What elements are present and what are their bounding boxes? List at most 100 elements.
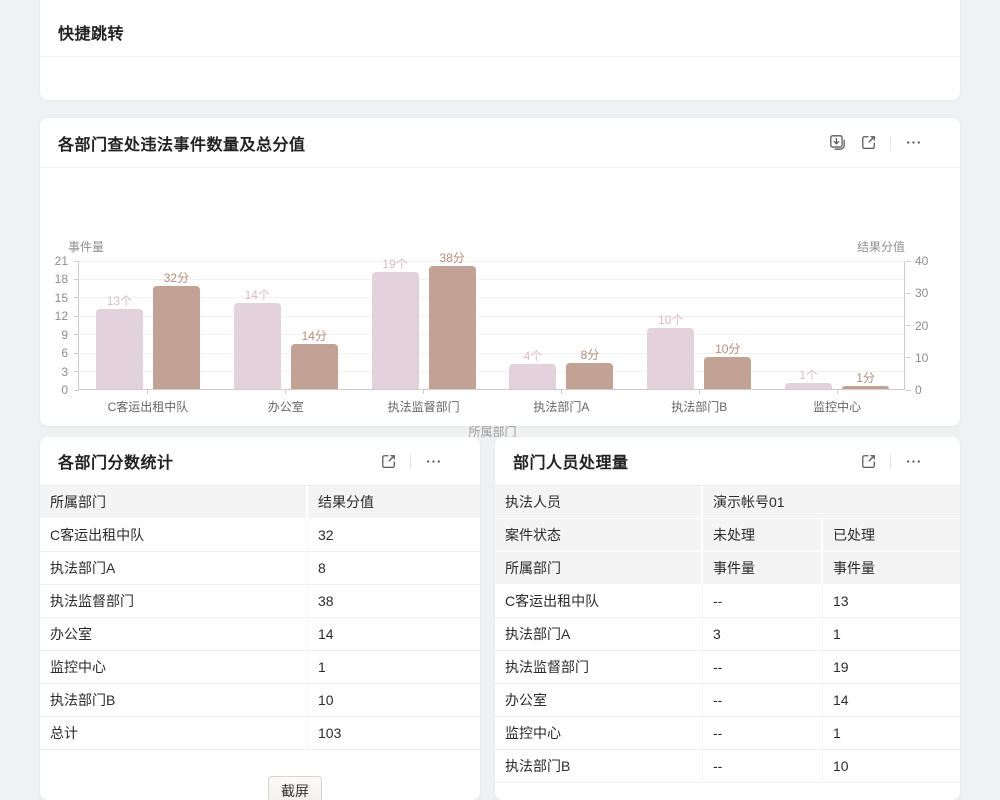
header-cell: 演示帐号01 [703, 486, 960, 519]
x-category-label: 执法监督部门 [388, 398, 460, 415]
x-category-label: 监控中心 [813, 398, 861, 415]
quick-jump-card: 快捷跳转 [40, 0, 960, 100]
table-row: 案件状态未处理已处理 [495, 519, 960, 552]
left-axis-tick-label: 3 [61, 365, 68, 379]
staff-card-header: 部门人员处理量 [495, 437, 960, 486]
table-row: C客运出租中队--13 [495, 585, 960, 618]
more-icon[interactable] [904, 134, 922, 152]
bar-value-label: 10分 [715, 340, 740, 357]
table-cell: 3 [703, 618, 823, 651]
x-axis-tick [423, 390, 424, 394]
chart-bar[interactable] [785, 383, 832, 389]
chart-bar[interactable] [234, 303, 281, 389]
table-cell: 13 [823, 585, 960, 618]
chart-bar[interactable] [291, 344, 338, 389]
actions-divider [890, 136, 891, 150]
right-axis-tick-label: 10 [915, 351, 928, 365]
actions-divider [890, 454, 891, 468]
table-cell: 办公室 [40, 618, 308, 651]
score-table-card: 各部门分数统计 所属部门结果分值C客运出租中 [40, 437, 480, 800]
header-cell: 事件量 [703, 552, 823, 585]
more-icon[interactable] [904, 452, 922, 470]
open-in-new-window-icon[interactable] [859, 452, 877, 470]
gridline [79, 371, 904, 372]
x-axis-tick [837, 390, 838, 394]
right-axis-tick [906, 357, 911, 358]
table-cell: 总计 [40, 717, 308, 750]
gridline [79, 334, 904, 335]
gridline [79, 297, 904, 298]
chart-card: 各部门查处违法事件数量及总分值 [40, 118, 960, 426]
chart-bar[interactable] [429, 266, 476, 389]
quick-jump-title: 快捷跳转 [58, 20, 124, 44]
staff-card-actions [859, 452, 922, 470]
gridline [79, 316, 904, 317]
chart-card-title: 各部门查处违法事件数量及总分值 [58, 131, 306, 155]
table-cell: 执法部门B [40, 684, 308, 717]
table-cell: -- [703, 651, 823, 684]
screenshot-button[interactable]: 截屏 [268, 776, 322, 800]
table-row: 办公室14 [40, 618, 480, 651]
score-card-actions [379, 452, 442, 470]
open-in-new-window-icon[interactable] [859, 134, 877, 152]
chart-bar[interactable] [647, 328, 694, 389]
gridline [79, 261, 904, 262]
x-category-label: 执法部门A [533, 398, 589, 415]
bar-value-label: 19个 [382, 255, 407, 272]
table-cell: 1 [823, 717, 960, 750]
left-axis-tick-label: 15 [55, 291, 68, 305]
x-category-label: C客运出租中队 [108, 398, 189, 415]
bar-value-label: 10个 [658, 311, 683, 328]
left-axis-tick [74, 261, 79, 262]
table-cell: 14 [823, 684, 960, 717]
chart-bar[interactable] [842, 386, 889, 389]
x-axis-tick [147, 390, 148, 394]
chart-card-actions [828, 134, 922, 152]
chart-bar[interactable] [566, 363, 613, 389]
table-cell: C客运出租中队 [40, 519, 308, 552]
download-icon[interactable] [828, 134, 846, 152]
bar-value-label: 13个 [107, 292, 132, 309]
table-row: 所属部门事件量事件量 [495, 552, 960, 585]
table-cell: 1 [823, 618, 960, 651]
bar-value-label: 32分 [164, 269, 189, 286]
table-cell: -- [703, 750, 823, 783]
table-row: 执法部门B--10 [495, 750, 960, 783]
right-axis-tick [906, 325, 911, 326]
table-row: 执法人员演示帐号01 [495, 486, 960, 519]
score-card-title: 各部门分数统计 [58, 449, 174, 473]
table-row: 执法部门B10 [40, 684, 480, 717]
right-axis-tick-label: 40 [915, 254, 928, 268]
header-cell: 结果分值 [308, 486, 480, 519]
left-axis-tick [74, 390, 79, 391]
header-cell: 案件状态 [495, 519, 703, 552]
right-axis-tick-label: 20 [915, 319, 928, 333]
score-table: 所属部门结果分值C客运出租中队32执法部门A8执法监督部门38办公室14监控中心… [40, 486, 480, 750]
bar-value-label: 4个 [524, 347, 543, 364]
more-icon[interactable] [424, 452, 442, 470]
right-axis-tick [906, 390, 911, 391]
chart-bar[interactable] [372, 272, 419, 389]
left-axis-tick-label: 21 [55, 254, 68, 268]
chart-bar[interactable] [704, 357, 751, 389]
chart-bar[interactable] [153, 286, 200, 389]
table-cell: 执法部门B [495, 750, 703, 783]
header-cell: 执法人员 [495, 486, 703, 519]
bar-value-label: 14分 [302, 327, 327, 344]
header-cell: 已处理 [823, 519, 960, 552]
table-cell: 19 [823, 651, 960, 684]
left-axis-tick-label: 6 [61, 346, 68, 360]
chart-bar[interactable] [509, 364, 556, 389]
open-in-new-window-icon[interactable] [379, 452, 397, 470]
bar-value-label: 38分 [439, 249, 464, 266]
x-category-label: 执法部门B [671, 398, 727, 415]
chart-bar[interactable] [96, 309, 143, 389]
left-axis-tick [74, 334, 79, 335]
x-axis-tick [561, 390, 562, 394]
table-cell: 办公室 [495, 684, 703, 717]
gridline [79, 353, 904, 354]
table-row: 所属部门结果分值 [40, 486, 480, 519]
table-cell: 38 [308, 585, 480, 618]
left-axis-tick-label: 12 [55, 309, 68, 323]
left-axis-tick [74, 353, 79, 354]
